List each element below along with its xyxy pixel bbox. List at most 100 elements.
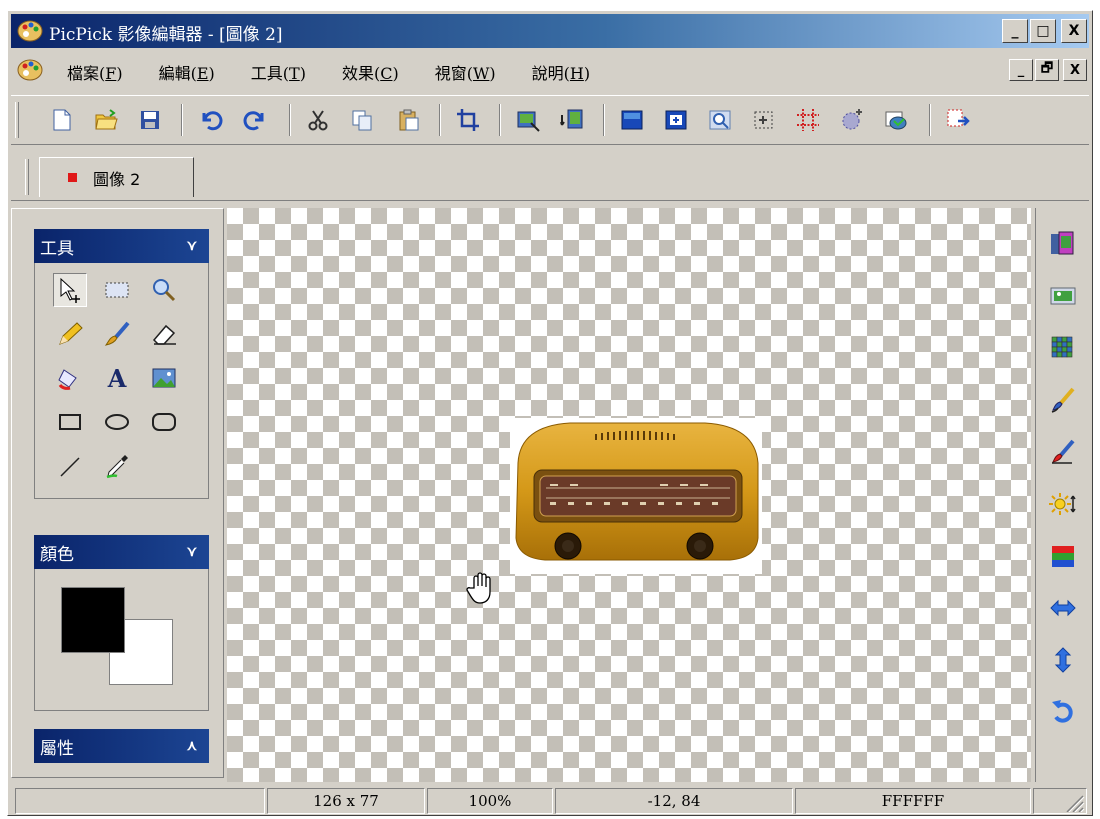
export-icon[interactable] [945,107,971,133]
eyedropper-tool[interactable] [100,449,134,483]
doc-minimize-button[interactable]: _ [1009,59,1033,81]
eraser-icon [152,324,176,345]
mosaic-icon[interactable] [1049,334,1077,362]
pointer-icon [60,277,80,303]
radio-picture [515,422,759,561]
paste-icon[interactable] [395,107,421,133]
properties-panel-title: 屬性 [40,738,74,759]
zoom-icon[interactable] [707,107,733,133]
pixel-color: FFFFFF [795,788,1031,814]
brush-icon [104,321,130,346]
maximize-button[interactable]: □ [1030,19,1056,43]
radio-image[interactable] [510,418,762,574]
tabstrip-grip[interactable] [25,159,29,195]
save-icon[interactable] [137,107,163,133]
text-icon: A [107,363,127,393]
grid-icon[interactable] [795,107,821,133]
layers-icon[interactable] [1049,230,1077,258]
image-tool[interactable] [147,361,181,395]
menu-window[interactable]: 視窗(W) [435,60,496,84]
image-icon [152,368,176,388]
flip-vertical-icon[interactable] [1049,646,1077,674]
ellipse-tool[interactable] [100,405,134,439]
document-status-icon [68,173,77,182]
pencil-tool[interactable] [53,317,87,351]
flip-horizontal-icon[interactable] [1049,594,1077,622]
effects-icon[interactable] [839,107,865,133]
rectangle-icon [59,414,81,430]
chevron-down-icon[interactable]: ⋎ [187,544,197,560]
tools-panel-title: 工具 [40,238,74,259]
cut-icon[interactable] [305,107,331,133]
color-panel: 顏色 ⋎ [34,535,209,711]
menu-help[interactable]: 說明(H) [532,60,590,84]
hand-cursor-icon [466,572,491,604]
title-bar[interactable]: PicPick 影像編輯器 - [圖像 2] _ □ X [11,14,1089,48]
capture-icon[interactable] [883,107,909,133]
picture-icon[interactable] [1049,282,1077,310]
color-panel-header[interactable]: 顏色 ⋎ [34,535,209,569]
frame-icon[interactable] [619,107,645,133]
color-balance-icon[interactable] [1049,542,1077,570]
close-button[interactable]: X [1061,19,1087,43]
tools-grid: A [34,263,209,499]
toolbar-grip[interactable] [15,102,19,138]
document-palette-icon[interactable] [17,58,43,82]
select-icon[interactable] [751,107,777,133]
main-toolbar [11,95,1089,145]
rounded-rect-tool[interactable] [147,405,181,439]
zoom-level: 100% [427,788,553,814]
chevron-up-icon[interactable]: ⋏ [187,738,197,754]
fill-tool[interactable] [53,361,87,395]
menu-file[interactable]: 檔案(F) [67,60,123,84]
doc-restore-button[interactable]: 🗗 [1035,59,1059,81]
menu-tools[interactable]: 工具(T) [251,60,306,84]
line-icon [60,457,80,477]
blur-brush-icon[interactable] [1049,438,1077,466]
cursor-position: -12, 84 [555,788,793,814]
brush-tool[interactable] [100,317,134,351]
add-icon[interactable] [663,107,689,133]
undo-icon[interactable] [197,107,223,133]
image-canvas[interactable] [227,208,1031,782]
minimize-button[interactable]: _ [1002,19,1028,43]
doc-close-button[interactable]: X [1063,59,1087,81]
tab-image-2[interactable]: 圖像 2 [39,157,194,197]
menu-edit[interactable]: 編輯(E) [159,60,215,84]
image-dimensions: 126 x 77 [267,788,425,814]
tools-panel: 工具 ⋎ A [34,229,209,499]
eraser-tool[interactable] [147,317,181,351]
new-icon[interactable] [49,107,75,133]
menu-bar: 檔案(F) 編輯(E) 工具(T) 效果(C) 視窗(W) 說明(H) _ 🗗 … [11,53,1089,89]
rotate-icon[interactable] [559,107,585,133]
properties-panel: 屬性 ⋏ [34,729,209,763]
menu-effects[interactable]: 效果(C) [342,60,399,84]
chevron-down-icon[interactable]: ⋎ [187,238,197,254]
rotate-ccw-icon[interactable] [1049,698,1077,726]
document-tab-strip: 圖像 2 [11,151,1089,201]
eyedropper-icon [106,455,128,479]
brightness-icon[interactable] [1049,490,1077,518]
left-panel: 工具 ⋎ A 顏色 ⋎ 屬性 ⋏ [11,208,224,778]
sharpen-brush-icon[interactable] [1049,386,1077,414]
rounded-rect-icon [152,413,176,431]
tools-panel-header[interactable]: 工具 ⋎ [34,229,209,263]
copy-icon[interactable] [349,107,375,133]
rect-select-icon [105,282,129,298]
line-tool[interactable] [53,449,87,483]
rect-select-tool[interactable] [100,273,134,307]
open-icon[interactable] [93,107,119,133]
rectangle-tool[interactable] [53,405,87,439]
properties-panel-header[interactable]: 屬性 ⋏ [34,729,209,763]
foreground-color-swatch[interactable] [61,587,125,653]
redo-icon[interactable] [243,107,269,133]
resize-icon[interactable] [515,107,541,133]
tab-label: 圖像 2 [93,169,141,189]
resize-grip-icon[interactable] [1063,792,1085,812]
pencil-icon [59,322,83,345]
pointer-tool[interactable] [53,273,87,307]
crop-icon[interactable] [455,107,481,133]
zoom-tool[interactable] [147,273,181,307]
color-swatches [34,569,209,711]
text-tool[interactable]: A [100,361,134,395]
